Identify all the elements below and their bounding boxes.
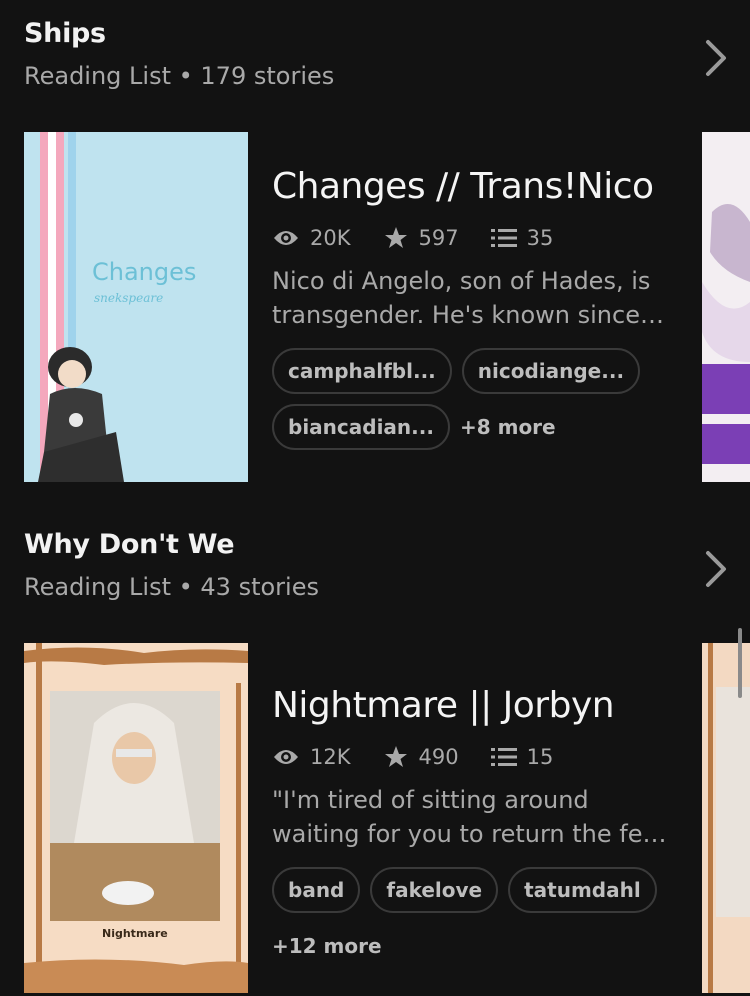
description-line: "I'm tired of sitting around <box>272 786 589 814</box>
tag-chip[interactable]: biancadian... <box>272 404 450 450</box>
tag-list: band fakelove tatumdahl +12 more <box>272 867 672 969</box>
tag-chip[interactable]: tatumdahl <box>508 867 657 913</box>
chevron-right-icon[interactable] <box>700 547 730 591</box>
more-tags-link[interactable]: +8 more <box>460 404 556 450</box>
chevron-right-icon[interactable] <box>700 36 730 80</box>
cover-title: Changes <box>92 258 196 286</box>
list-icon <box>490 229 517 247</box>
views-stat: 20K <box>272 226 351 250</box>
list-title[interactable]: Why Don't We <box>24 529 235 560</box>
tag-chip[interactable]: band <box>272 867 361 913</box>
parts-count: 35 <box>526 226 554 250</box>
parts-stat: 35 <box>490 226 554 250</box>
story-cover[interactable]: Nightmare <box>24 643 248 993</box>
story-description: "I'm tired of sitting around waiting for… <box>272 783 667 851</box>
reading-list-why-dont-we: Why Don't We Reading List • 43 stories N… <box>0 511 750 996</box>
cover-author: snekspeare <box>94 291 163 305</box>
views-count: 12K <box>310 745 351 769</box>
next-story-cover[interactable] <box>702 132 750 482</box>
tag-chip[interactable]: nicodiange... <box>461 348 641 394</box>
cover-title: Nightmare <box>102 927 168 940</box>
scrollbar[interactable] <box>738 628 742 698</box>
votes-stat: 597 <box>383 226 459 250</box>
next-story-cover[interactable] <box>702 643 750 993</box>
parts-count: 15 <box>526 745 554 769</box>
eye-icon <box>274 750 298 764</box>
story-title[interactable]: Nightmare || Jorbyn <box>272 685 615 726</box>
description-line: transgender. He's known since… <box>272 301 664 329</box>
more-tags-link[interactable]: +12 more <box>272 923 382 969</box>
cover-art <box>702 643 750 993</box>
list-icon <box>490 748 517 766</box>
tag-chip[interactable]: fakelove <box>370 867 499 913</box>
story-stats: 20K 597 35 <box>272 223 585 253</box>
star-icon <box>384 746 407 767</box>
tag-chip[interactable]: camphalfbl... <box>272 348 452 394</box>
story-title[interactable]: Changes // Trans!Nico <box>272 166 654 207</box>
tag-list: camphalfbl... nicodiange... biancadian..… <box>272 348 672 460</box>
list-title[interactable]: Ships <box>24 18 106 49</box>
views-stat: 12K <box>272 745 351 769</box>
votes-count: 490 <box>418 745 459 769</box>
cover-art <box>702 132 750 482</box>
story-stats: 12K 490 15 <box>272 742 585 772</box>
parts-stat: 15 <box>490 745 554 769</box>
votes-stat: 490 <box>383 745 459 769</box>
eye-icon <box>274 231 298 245</box>
description-line: waiting for you to return the fe… <box>272 820 667 848</box>
story-cover[interactable]: Changes snekspeare <box>24 132 248 482</box>
description-line: Nico di Angelo, son of Hades, is <box>272 267 651 295</box>
story-description: Nico di Angelo, son of Hades, is transge… <box>272 264 664 332</box>
views-count: 20K <box>310 226 351 250</box>
votes-count: 597 <box>418 226 459 250</box>
star-icon <box>384 227 407 248</box>
cover-art: Changes snekspeare <box>24 132 248 482</box>
reading-list-ships: Ships Reading List • 179 stories Changes… <box>0 0 750 500</box>
list-subtitle: Reading List • 179 stories <box>24 62 335 90</box>
cover-art: Nightmare <box>24 643 248 993</box>
list-subtitle: Reading List • 43 stories <box>24 573 319 601</box>
